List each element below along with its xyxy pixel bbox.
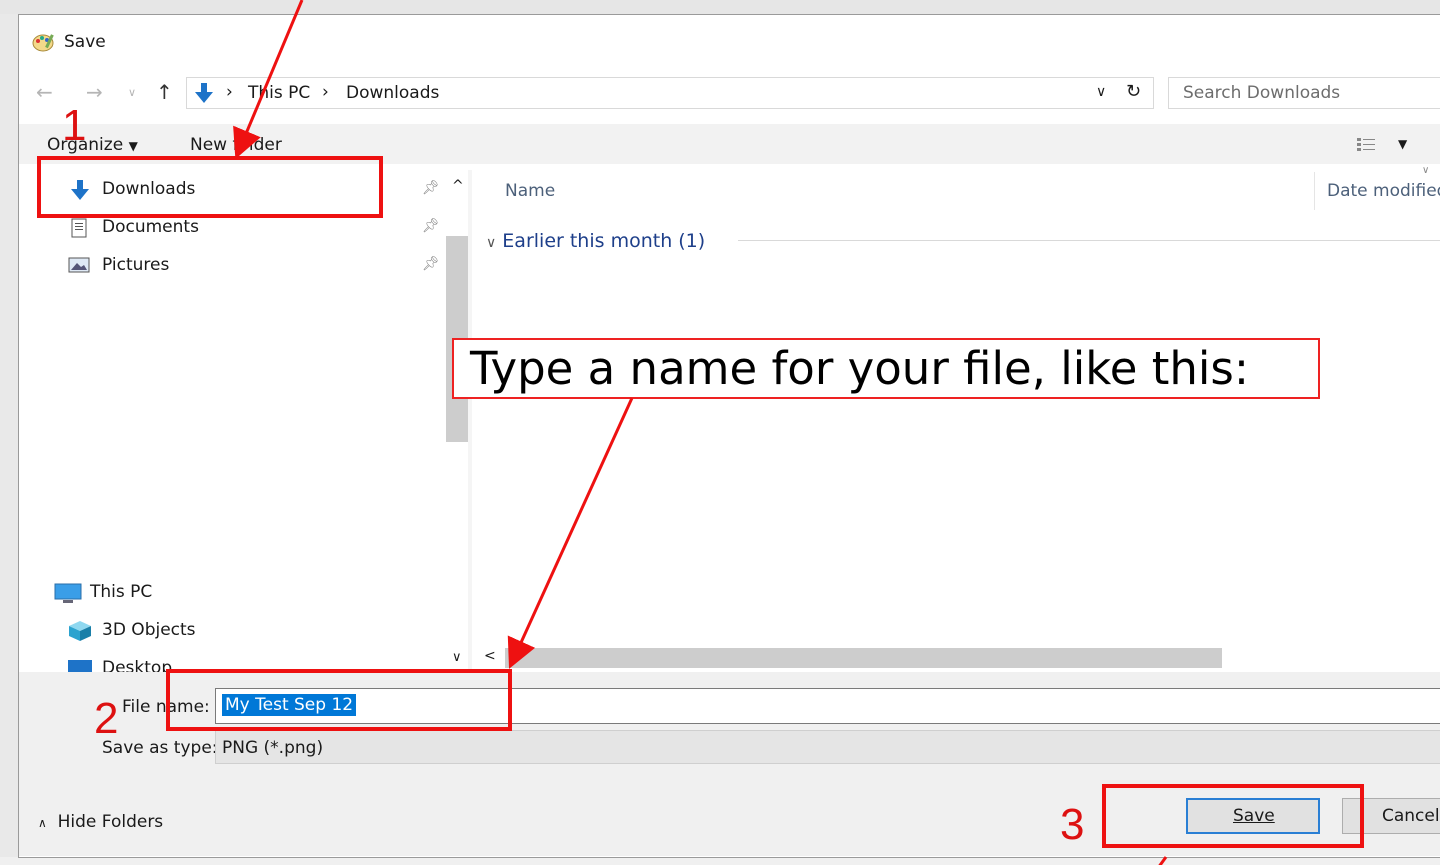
search-placeholder: Search Downloads [1183,83,1341,103]
step-number-2: 2 [94,694,119,743]
hide-folders-label: Hide Folders [57,812,164,832]
cancel-button-label: Cancel [1382,806,1440,826]
refresh-icon[interactable]: ↻ [1126,81,1141,102]
scroll-up-icon[interactable]: ^ [452,178,464,194]
background-strip [0,14,18,865]
back-arrow-icon[interactable]: ← [36,80,53,104]
column-divider [1314,172,1315,210]
step-number-1: 1 [62,101,87,150]
column-header-name[interactable]: Name [505,181,555,201]
group-header-label: Earlier this month (1) [502,230,706,252]
step-number-3: 3 [1060,800,1085,849]
forward-arrow-icon[interactable]: → [86,80,103,104]
chevron-down-icon: ▼ [128,139,138,153]
breadcrumb-this-pc[interactable]: This PC [248,83,310,103]
background-strip [0,857,1440,865]
sidebar-item-3d-objects[interactable]: 3D Objects [102,620,196,640]
document-icon [71,218,87,238]
group-divider [738,240,1440,241]
pane-splitter[interactable] [468,170,472,670]
scroll-down-icon[interactable]: ∨ [452,650,462,665]
up-arrow-icon[interactable]: ↑ [156,80,173,104]
save-as-type-value: PNG (*.png) [222,738,324,758]
paint-app-icon [32,34,54,52]
annotation-box-file-name [166,669,512,731]
hide-folders-button[interactable]: ∧ Hide Folders [38,812,163,832]
pictures-icon [68,257,90,273]
window-title: Save [64,32,106,52]
view-options-icon[interactable] [1356,135,1378,155]
pin-icon[interactable]: 📌︎ [422,180,440,196]
horizontal-scrollbar-thumb[interactable] [505,648,1222,668]
annotation-box-downloads [37,156,383,218]
breadcrumb-downloads[interactable]: Downloads [346,83,439,103]
annotation-box-save [1102,784,1364,848]
this-pc-icon [54,583,82,603]
chevron-down-icon: ∨ [486,235,497,251]
new-folder-button[interactable]: New folder [190,135,282,155]
scroll-left-icon[interactable]: < [484,648,496,664]
download-arrow-icon [195,83,213,103]
address-dropdown-chevron-icon[interactable]: ∨ [1096,84,1106,100]
background-strip [0,0,1440,14]
pin-icon[interactable]: 📌︎ [422,256,440,272]
column-header-date-modified[interactable]: Date modified [1327,181,1440,201]
desktop-icon [68,660,92,672]
3d-objects-icon [69,621,91,641]
save-as-type-select[interactable] [215,730,1440,764]
organize-button[interactable]: Organize ▼ [47,135,138,155]
breadcrumb-separator: › [322,82,329,102]
chevron-up-icon: ∧ [38,816,47,830]
recent-locations-chevron-icon[interactable]: ∨ [128,86,136,99]
sidebar-item-documents[interactable]: Documents [102,217,199,237]
save-as-type-label: Save as type: [102,738,218,758]
view-dropdown-chevron-icon[interactable]: ▼ [1398,137,1407,151]
group-header[interactable]: ∨ Earlier this month (1) [486,230,705,252]
address-bar[interactable] [186,77,1154,109]
sidebar-item-pictures[interactable]: Pictures [102,255,169,275]
callout-text: Type a name for your file, like this: [470,342,1249,395]
sidebar-item-desktop[interactable]: Desktop [102,658,172,672]
sidebar-item-this-pc[interactable]: This PC [90,582,152,602]
breadcrumb-separator: › [226,82,233,102]
pin-icon[interactable]: 📌︎ [422,218,440,234]
sort-chevron-icon: ∨ [1422,165,1430,176]
